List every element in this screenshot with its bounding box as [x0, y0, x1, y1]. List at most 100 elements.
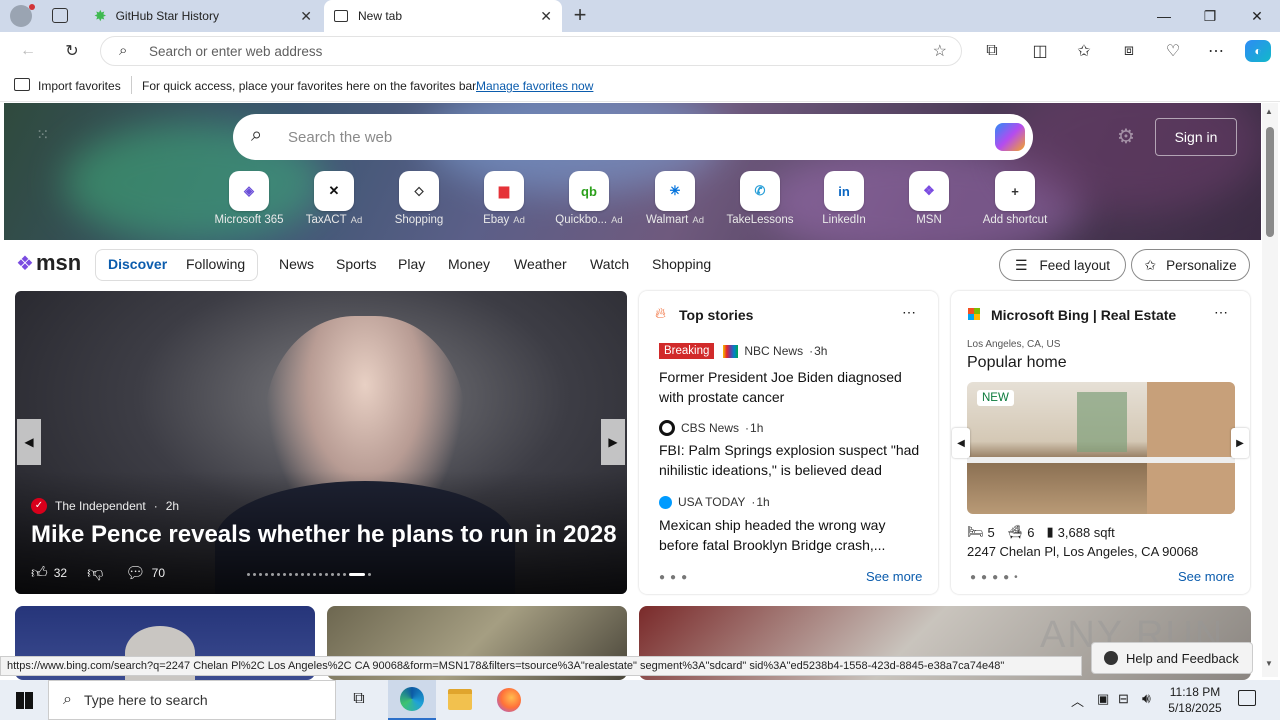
- scroll-thumb[interactable]: [1266, 127, 1274, 237]
- nav-watch[interactable]: Watch: [590, 256, 629, 272]
- carousel-dot[interactable]: [319, 573, 322, 576]
- apps-grid-icon[interactable]: ⁙: [36, 125, 49, 145]
- address-bar[interactable]: ⌕ Search or enter web address ☆: [100, 36, 962, 66]
- help-feedback-button[interactable]: Help and Feedback: [1091, 642, 1253, 674]
- browser-essentials-icon[interactable]: ♡: [1161, 40, 1185, 62]
- file-explorer-icon[interactable]: [448, 689, 472, 710]
- shortcut-quickbo[interactable]: qb Quickbo... Ad: [544, 171, 634, 226]
- carousel-dot[interactable]: [368, 573, 371, 576]
- real-estate-more-icon[interactable]: ⋯: [1214, 304, 1228, 321]
- tab-actions-icon[interactable]: [52, 8, 68, 23]
- tab-github-star-history[interactable]: ✸ GitHub Star History ✕: [84, 0, 322, 32]
- scroll-up-arrow-icon[interactable]: ▲: [1265, 107, 1273, 116]
- favorite-star-icon[interactable]: ☆: [933, 41, 947, 61]
- tab-new-tab[interactable]: New tab ✕: [324, 0, 562, 32]
- carousel-dot[interactable]: [289, 573, 292, 576]
- show-hidden-icons-chevron-icon[interactable]: ︿: [1071, 691, 1084, 710]
- shortcut-taxact[interactable]: ✕ TaxACT Ad: [289, 171, 379, 226]
- extensions-icon[interactable]: ⧉: [980, 40, 1004, 62]
- photo-next-button[interactable]: ▶: [1231, 428, 1249, 458]
- shortcut-walmart[interactable]: ✳ Walmart Ad: [630, 171, 720, 226]
- copilot-search-icon[interactable]: [995, 123, 1025, 151]
- scroll-down-arrow-icon[interactable]: ▼: [1265, 659, 1273, 668]
- story-prev-button[interactable]: ◀: [17, 419, 41, 465]
- minimize-button[interactable]: —: [1141, 0, 1187, 32]
- clock[interactable]: 11:18 PM 5/18/2025: [1164, 684, 1226, 716]
- volume-icon[interactable]: 🔊︎: [1142, 690, 1151, 707]
- story-next-button[interactable]: ▶: [601, 419, 625, 465]
- carousel-dot[interactable]: [307, 573, 310, 576]
- main-story-card[interactable]: ◀ ▶ ✓ The Independent · 2h Mike Pence re…: [15, 291, 627, 594]
- web-search-input[interactable]: ⌕ Search the web: [233, 114, 1033, 160]
- refresh-button[interactable]: ↻: [60, 40, 84, 62]
- carousel-dot[interactable]: [301, 573, 304, 576]
- story-headline[interactable]: FBI: Palm Springs explosion suspect "had…: [659, 440, 921, 480]
- nav-money[interactable]: Money: [448, 256, 490, 272]
- story-headline[interactable]: Mexican ship headed the wrong way before…: [659, 515, 921, 555]
- personalize-button[interactable]: ✩ Personalize: [1131, 249, 1250, 281]
- top-stories-more-icon[interactable]: ⋯: [902, 304, 916, 321]
- copilot-icon[interactable]: ◐: [1245, 40, 1271, 62]
- shortcut-shopping[interactable]: ⬦ Shopping: [374, 171, 464, 226]
- restore-button[interactable]: ❐: [1187, 0, 1233, 32]
- back-button[interactable]: ←: [16, 40, 40, 62]
- tab-discover[interactable]: Discover: [108, 256, 167, 272]
- manage-favorites-link[interactable]: Manage favorites now: [476, 79, 593, 93]
- shortcut-linkedin[interactable]: in LinkedIn: [799, 171, 889, 226]
- carousel-dot[interactable]: [265, 573, 268, 576]
- nav-shopping[interactable]: Shopping: [652, 256, 711, 272]
- carousel-dot-active[interactable]: [349, 573, 365, 576]
- carousel-dot[interactable]: [331, 573, 334, 576]
- carousel-dot[interactable]: [259, 573, 262, 576]
- tab-following[interactable]: Following: [186, 256, 245, 272]
- close-window-button[interactable]: ✕: [1234, 0, 1280, 32]
- story-headline[interactable]: Former President Joe Biden diagnosed wit…: [659, 367, 921, 407]
- carousel-dot[interactable]: [295, 573, 298, 576]
- taskbar-search-box[interactable]: ⌕ Type here to search: [48, 680, 336, 720]
- home-address[interactable]: 2247 Chelan Pl, Los Angeles, CA 90068: [967, 544, 1198, 559]
- like-icon[interactable]: 👍︎: [31, 564, 48, 583]
- notifications-icon[interactable]: [1238, 690, 1256, 706]
- carousel-dot[interactable]: [325, 573, 328, 576]
- story-headline[interactable]: Mike Pence reveals whether he plans to r…: [31, 521, 617, 549]
- close-tab-icon[interactable]: ✕: [300, 8, 312, 25]
- carousel-dot[interactable]: [337, 573, 340, 576]
- new-tab-button[interactable]: +: [568, 4, 592, 28]
- nav-weather[interactable]: Weather: [514, 256, 567, 272]
- see-more-link[interactable]: See more: [866, 569, 922, 584]
- shortcut-microsoft-365[interactable]: ◈ Microsoft 365: [204, 171, 294, 226]
- nav-sports[interactable]: Sports: [336, 256, 376, 272]
- task-view-icon[interactable]: ⧉: [348, 690, 370, 710]
- carousel-dot[interactable]: [283, 573, 286, 576]
- device-icon[interactable]: ▣: [1097, 691, 1109, 707]
- shortcut-add-shortcut[interactable]: + Add shortcut: [970, 171, 1060, 226]
- sign-in-button[interactable]: Sign in: [1155, 118, 1237, 156]
- feed-layout-button[interactable]: ☰ Feed layout: [999, 249, 1126, 281]
- see-more-link[interactable]: See more: [1178, 569, 1234, 584]
- carousel-dot[interactable]: [343, 573, 346, 576]
- home-photo[interactable]: NEW: [967, 382, 1235, 514]
- carousel-dot[interactable]: [247, 573, 250, 576]
- carousel-dot[interactable]: [313, 573, 316, 576]
- split-screen-icon[interactable]: ◫: [1028, 40, 1052, 62]
- settings-gear-icon[interactable]: ⚙: [1117, 124, 1135, 149]
- dislike-icon[interactable]: 👎︎: [87, 564, 103, 583]
- network-icon[interactable]: ⊟: [1118, 691, 1129, 707]
- carousel-dot[interactable]: [253, 573, 256, 576]
- collections-icon[interactable]: ⧈: [1117, 40, 1141, 62]
- edge-taskbar-icon[interactable]: [388, 680, 436, 720]
- photo-prev-button[interactable]: ◀: [952, 428, 970, 458]
- shortcut-takelessons[interactable]: ✆ TakeLessons: [715, 171, 805, 226]
- msn-logo[interactable]: ❖ msn: [16, 250, 81, 276]
- close-tab-icon[interactable]: ✕: [540, 8, 552, 25]
- carousel-dot[interactable]: [271, 573, 274, 576]
- shortcut-msn[interactable]: ❖ MSN: [884, 171, 974, 226]
- more-options-icon[interactable]: ⋯: [1204, 40, 1228, 62]
- firefox-icon[interactable]: [497, 688, 521, 712]
- nav-news[interactable]: News: [279, 256, 314, 272]
- favorites-icon[interactable]: ✩: [1072, 40, 1096, 62]
- carousel-dot[interactable]: [277, 573, 280, 576]
- nav-play[interactable]: Play: [398, 256, 425, 272]
- import-favorites-button[interactable]: Import favorites: [38, 79, 121, 93]
- page-scrollbar[interactable]: ▲ ▼: [1262, 103, 1278, 677]
